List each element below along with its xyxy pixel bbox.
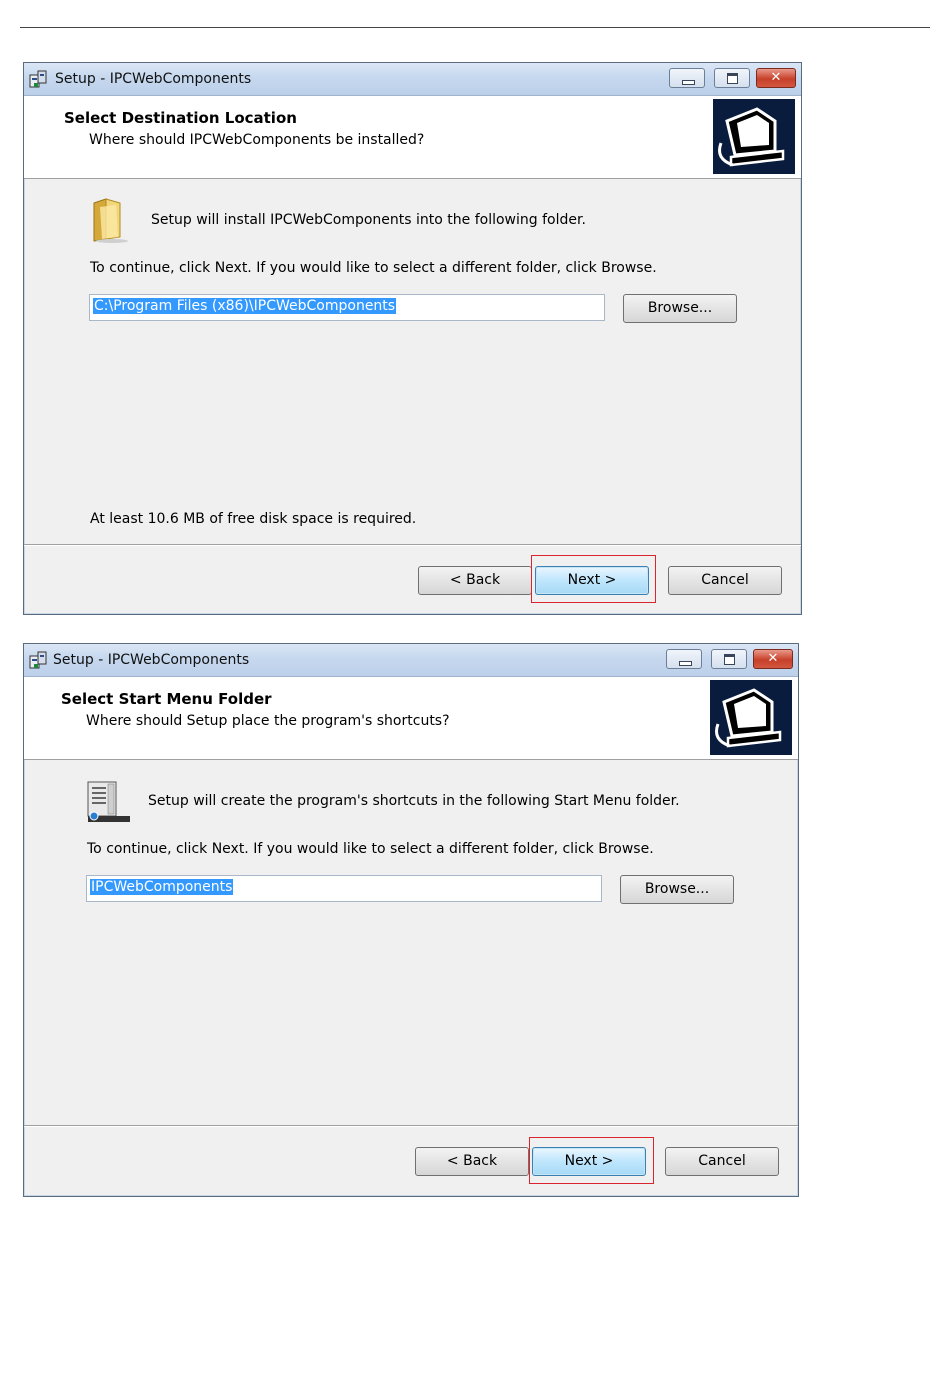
page-title: Select Start Menu Folder xyxy=(61,690,272,708)
browse-button[interactable]: Browse... xyxy=(623,294,737,323)
selected-folder-text: IPCWebComponents xyxy=(90,879,234,895)
maximize-icon xyxy=(724,654,735,665)
back-button[interactable]: < Back xyxy=(418,566,532,595)
page-subtitle: Where should IPCWebComponents be install… xyxy=(89,132,425,148)
setup-dialog-destination: Setup - IPCWebComponents ✕ Select Destin… xyxy=(23,62,802,615)
setup-app-icon xyxy=(29,651,47,669)
maximize-button[interactable] xyxy=(711,649,747,669)
start-menu-icon xyxy=(87,781,130,822)
wizard-header: Select Start Menu Folder Where should Se… xyxy=(24,677,798,760)
back-button[interactable]: < Back xyxy=(415,1147,529,1176)
close-button[interactable]: ✕ xyxy=(756,68,796,88)
setup-dialog-start-menu: Setup - IPCWebComponents ✕ Select Start … xyxy=(23,643,799,1197)
page-subtitle: Where should Setup place the program's s… xyxy=(86,713,450,729)
window-title: Setup - IPCWebComponents xyxy=(55,71,252,87)
close-button[interactable]: ✕ xyxy=(753,649,793,669)
wizard-computer-icon xyxy=(713,99,795,174)
cancel-button[interactable]: Cancel xyxy=(665,1147,779,1176)
close-icon: ✕ xyxy=(770,70,782,85)
page-top-rule xyxy=(20,27,930,28)
minimize-icon xyxy=(679,661,692,666)
cancel-button[interactable]: Cancel xyxy=(668,566,782,595)
instruction-text: To continue, click Next. If you would li… xyxy=(87,841,654,857)
minimize-button[interactable] xyxy=(669,68,705,88)
folder-icon xyxy=(93,198,128,243)
footer-separator xyxy=(24,544,801,545)
instruction-text: To continue, click Next. If you would li… xyxy=(90,260,657,276)
next-button-highlight xyxy=(531,555,656,603)
install-intro-text: Setup will install IPCWebComponents into… xyxy=(151,212,586,228)
minimize-button[interactable] xyxy=(666,649,702,669)
destination-path-input[interactable]: C:\Program Files (x86)\IPCWebComponents xyxy=(89,294,605,321)
page-title: Select Destination Location xyxy=(64,109,297,127)
shortcuts-intro-text: Setup will create the program's shortcut… xyxy=(148,793,680,809)
close-icon: ✕ xyxy=(767,651,779,666)
title-bar[interactable]: Setup - IPCWebComponents ✕ xyxy=(24,644,798,677)
start-menu-folder-input[interactable]: IPCWebComponents xyxy=(86,875,602,902)
disk-space-note: At least 10.6 MB of free disk space is r… xyxy=(90,511,417,527)
wizard-computer-icon xyxy=(710,680,792,755)
footer-separator xyxy=(24,1125,798,1126)
title-bar[interactable]: Setup - IPCWebComponents ✕ xyxy=(24,63,801,96)
setup-app-icon xyxy=(29,70,47,88)
wizard-header: Select Destination Location Where should… xyxy=(24,96,801,179)
minimize-icon xyxy=(682,80,695,85)
maximize-icon xyxy=(727,73,738,84)
next-button-highlight xyxy=(529,1137,654,1184)
selected-path-text: C:\Program Files (x86)\IPCWebComponents xyxy=(93,298,397,314)
maximize-button[interactable] xyxy=(714,68,750,88)
browse-button[interactable]: Browse... xyxy=(620,875,734,904)
window-title: Setup - IPCWebComponents xyxy=(53,652,250,668)
